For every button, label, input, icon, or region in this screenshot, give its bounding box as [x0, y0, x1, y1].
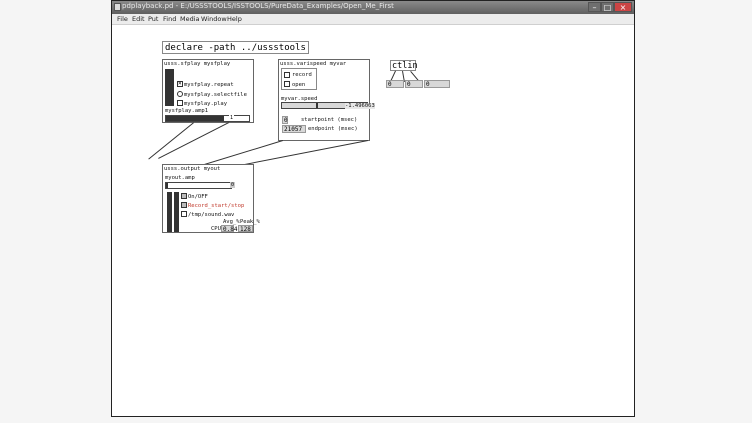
output-amp-slider[interactable]: 0 — [165, 182, 236, 189]
menu-file[interactable]: File — [117, 15, 128, 23]
peak-value: 128 — [238, 225, 253, 233]
maximize-button[interactable]: □ — [601, 2, 614, 12]
speed-value: -1.496063 — [345, 103, 375, 109]
repeat-toggle[interactable]: × — [177, 80, 183, 87]
cpu-label: CPU — [211, 226, 221, 232]
open-label: open — [292, 82, 306, 88]
app-icon — [114, 3, 121, 11]
declare-object[interactable]: declare -path ../ussstools — [162, 41, 309, 54]
sfplay-header: usss.sfplay mysfplay — [164, 61, 231, 67]
menu-media[interactable]: Media — [180, 15, 200, 23]
ctlin-number-2[interactable]: 0 — [405, 80, 423, 88]
menu-help[interactable]: Help — [227, 15, 242, 23]
sfplay-object[interactable]: usss.sfplay mysfplay × mysfplay.repeat m… — [162, 59, 254, 123]
ctlin-object[interactable]: ctlin — [390, 60, 418, 71]
patch-canvas[interactable]: declare -path ../ussstools usss.sfplay m… — [113, 25, 633, 415]
startpoint-number[interactable]: 0 — [282, 116, 288, 124]
output-amp-label: myout.amp — [165, 175, 195, 181]
sfplay-amp-slider[interactable]: 1 — [165, 115, 250, 122]
endpoint-label: endpoint (msec) — [308, 126, 358, 132]
varispeed-buttons-panel: record open — [281, 68, 317, 90]
menu-put[interactable]: Put — [148, 15, 158, 23]
pd-patch-window: pdplayback.pd - E:/USSSTOOLS/ISSTOOLS/Pu… — [111, 0, 635, 417]
open-toggle[interactable] — [284, 81, 290, 87]
selectfile-label: mysfplay.selectfile — [184, 92, 247, 98]
menu-edit[interactable]: Edit — [132, 15, 145, 23]
output-header: usss.output myout — [164, 166, 221, 172]
menu-find[interactable]: Find — [163, 15, 176, 23]
menu-bar: File Edit Put Find Media Window Help — [112, 14, 634, 25]
output-meter-left — [167, 192, 172, 232]
output-object[interactable]: usss.output myout myout.amp 0 On/OFF Rec… — [162, 164, 260, 233]
selectfile-bang[interactable] — [177, 91, 183, 97]
repeat-label: mysfplay.repeat — [184, 82, 234, 88]
play-toggle[interactable] — [177, 100, 183, 106]
onoff-toggle[interactable] — [181, 193, 187, 199]
output-meter-right — [174, 192, 179, 232]
startpoint-label: startpoint (msec) — [301, 117, 358, 123]
sfplay-amp-label: mysfplay.amp1 — [165, 108, 209, 114]
record-start-toggle[interactable] — [181, 202, 187, 208]
varispeed-header: usss.varispeed myvar — [280, 61, 347, 67]
minimize-button[interactable]: – — [588, 2, 601, 12]
sfplay-level-meter — [165, 69, 174, 106]
window-title: pdplayback.pd - E:/USSSTOOLS/ISSTOOLS/Pu… — [122, 2, 394, 10]
avg-value: 0.84 — [221, 225, 238, 233]
sfplay-amp-value: 1 — [229, 115, 235, 121]
menu-window[interactable]: Window — [201, 15, 227, 23]
record-toggle[interactable] — [284, 72, 290, 78]
title-bar: pdplayback.pd - E:/USSSTOOLS/ISSTOOLS/Pu… — [112, 1, 634, 14]
record-label: record — [292, 72, 312, 78]
onoff-label: On/OFF — [188, 194, 208, 200]
ctlin-number-3[interactable]: 0 — [424, 80, 450, 88]
path-toggle[interactable] — [181, 211, 187, 217]
ctlin-number-1[interactable]: 0 — [386, 80, 404, 88]
varispeed-object[interactable]: usss.varispeed myvar record open myvar.s… — [278, 59, 375, 141]
output-amp-value: 0 — [230, 182, 236, 188]
play-label: mysfplay.play — [184, 101, 228, 107]
close-button[interactable]: × — [614, 2, 632, 12]
endpoint-number[interactable]: 21057 — [282, 125, 306, 133]
file-path-label: /tmp/sound.wav — [188, 212, 235, 218]
record-start-label: Record_start/stop — [188, 203, 245, 209]
patch-cord-1 — [148, 122, 194, 160]
